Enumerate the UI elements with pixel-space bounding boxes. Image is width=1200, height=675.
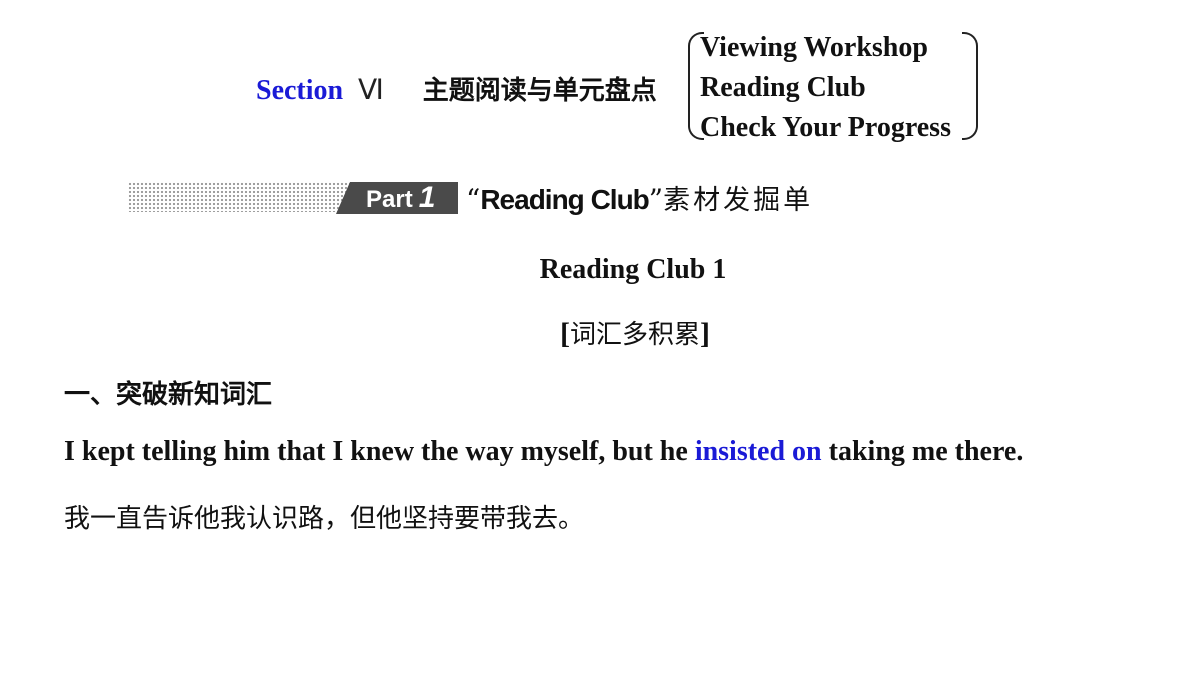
part-number: 1 — [418, 181, 436, 214]
section-title-chinese: 主题阅读与单元盘点 — [422, 76, 657, 106]
vocab-open-bracket: [ — [559, 317, 570, 350]
vocab-heading: [词汇多积累] — [0, 314, 1200, 351]
section-label: Section — [256, 75, 344, 106]
dotted-banner-decoration — [128, 182, 352, 212]
right-brace — [962, 32, 978, 140]
section-heading: 一、突破新知词汇 — [64, 380, 273, 410]
example-sentence-before: I kept telling him that I knew the way m… — [64, 436, 695, 467]
section-number: Ⅵ — [358, 75, 384, 106]
reading-club-heading: Reading Club 1 — [539, 254, 727, 285]
part-badge-text: Part 1 — [366, 182, 435, 214]
vocab-close-bracket: ] — [700, 317, 710, 350]
page-title: Section Ⅵ 主题阅读与单元盘点 — [256, 70, 657, 107]
title-item-reading-club: Reading Club — [700, 72, 866, 103]
title-item-viewing-workshop: Viewing Workshop — [700, 32, 928, 63]
part-label: Part — [366, 186, 413, 213]
banner-title-chinese: 素材发掘单 — [663, 185, 814, 216]
vocab-heading-text: 词汇多积累 — [569, 320, 700, 350]
example-sentence: I kept telling him that I knew the way m… — [64, 436, 1023, 468]
example-highlight-phrase: insisted on — [694, 436, 822, 467]
banner-title-english: Reading Club — [480, 184, 649, 215]
example-translation: 我一直告诉他我认识路，但他坚持要带我去。 — [64, 504, 585, 534]
example-sentence-after: taking me there. — [821, 436, 1024, 467]
title-items: Viewing Workshop Reading Club Check Your… — [700, 28, 951, 148]
banner-title: “Reading Club”素材发掘单 — [466, 178, 813, 217]
title-item-check-progress: Check Your Progress — [700, 112, 951, 143]
open-quote: “ — [466, 183, 481, 216]
close-quote: ” — [648, 183, 664, 216]
